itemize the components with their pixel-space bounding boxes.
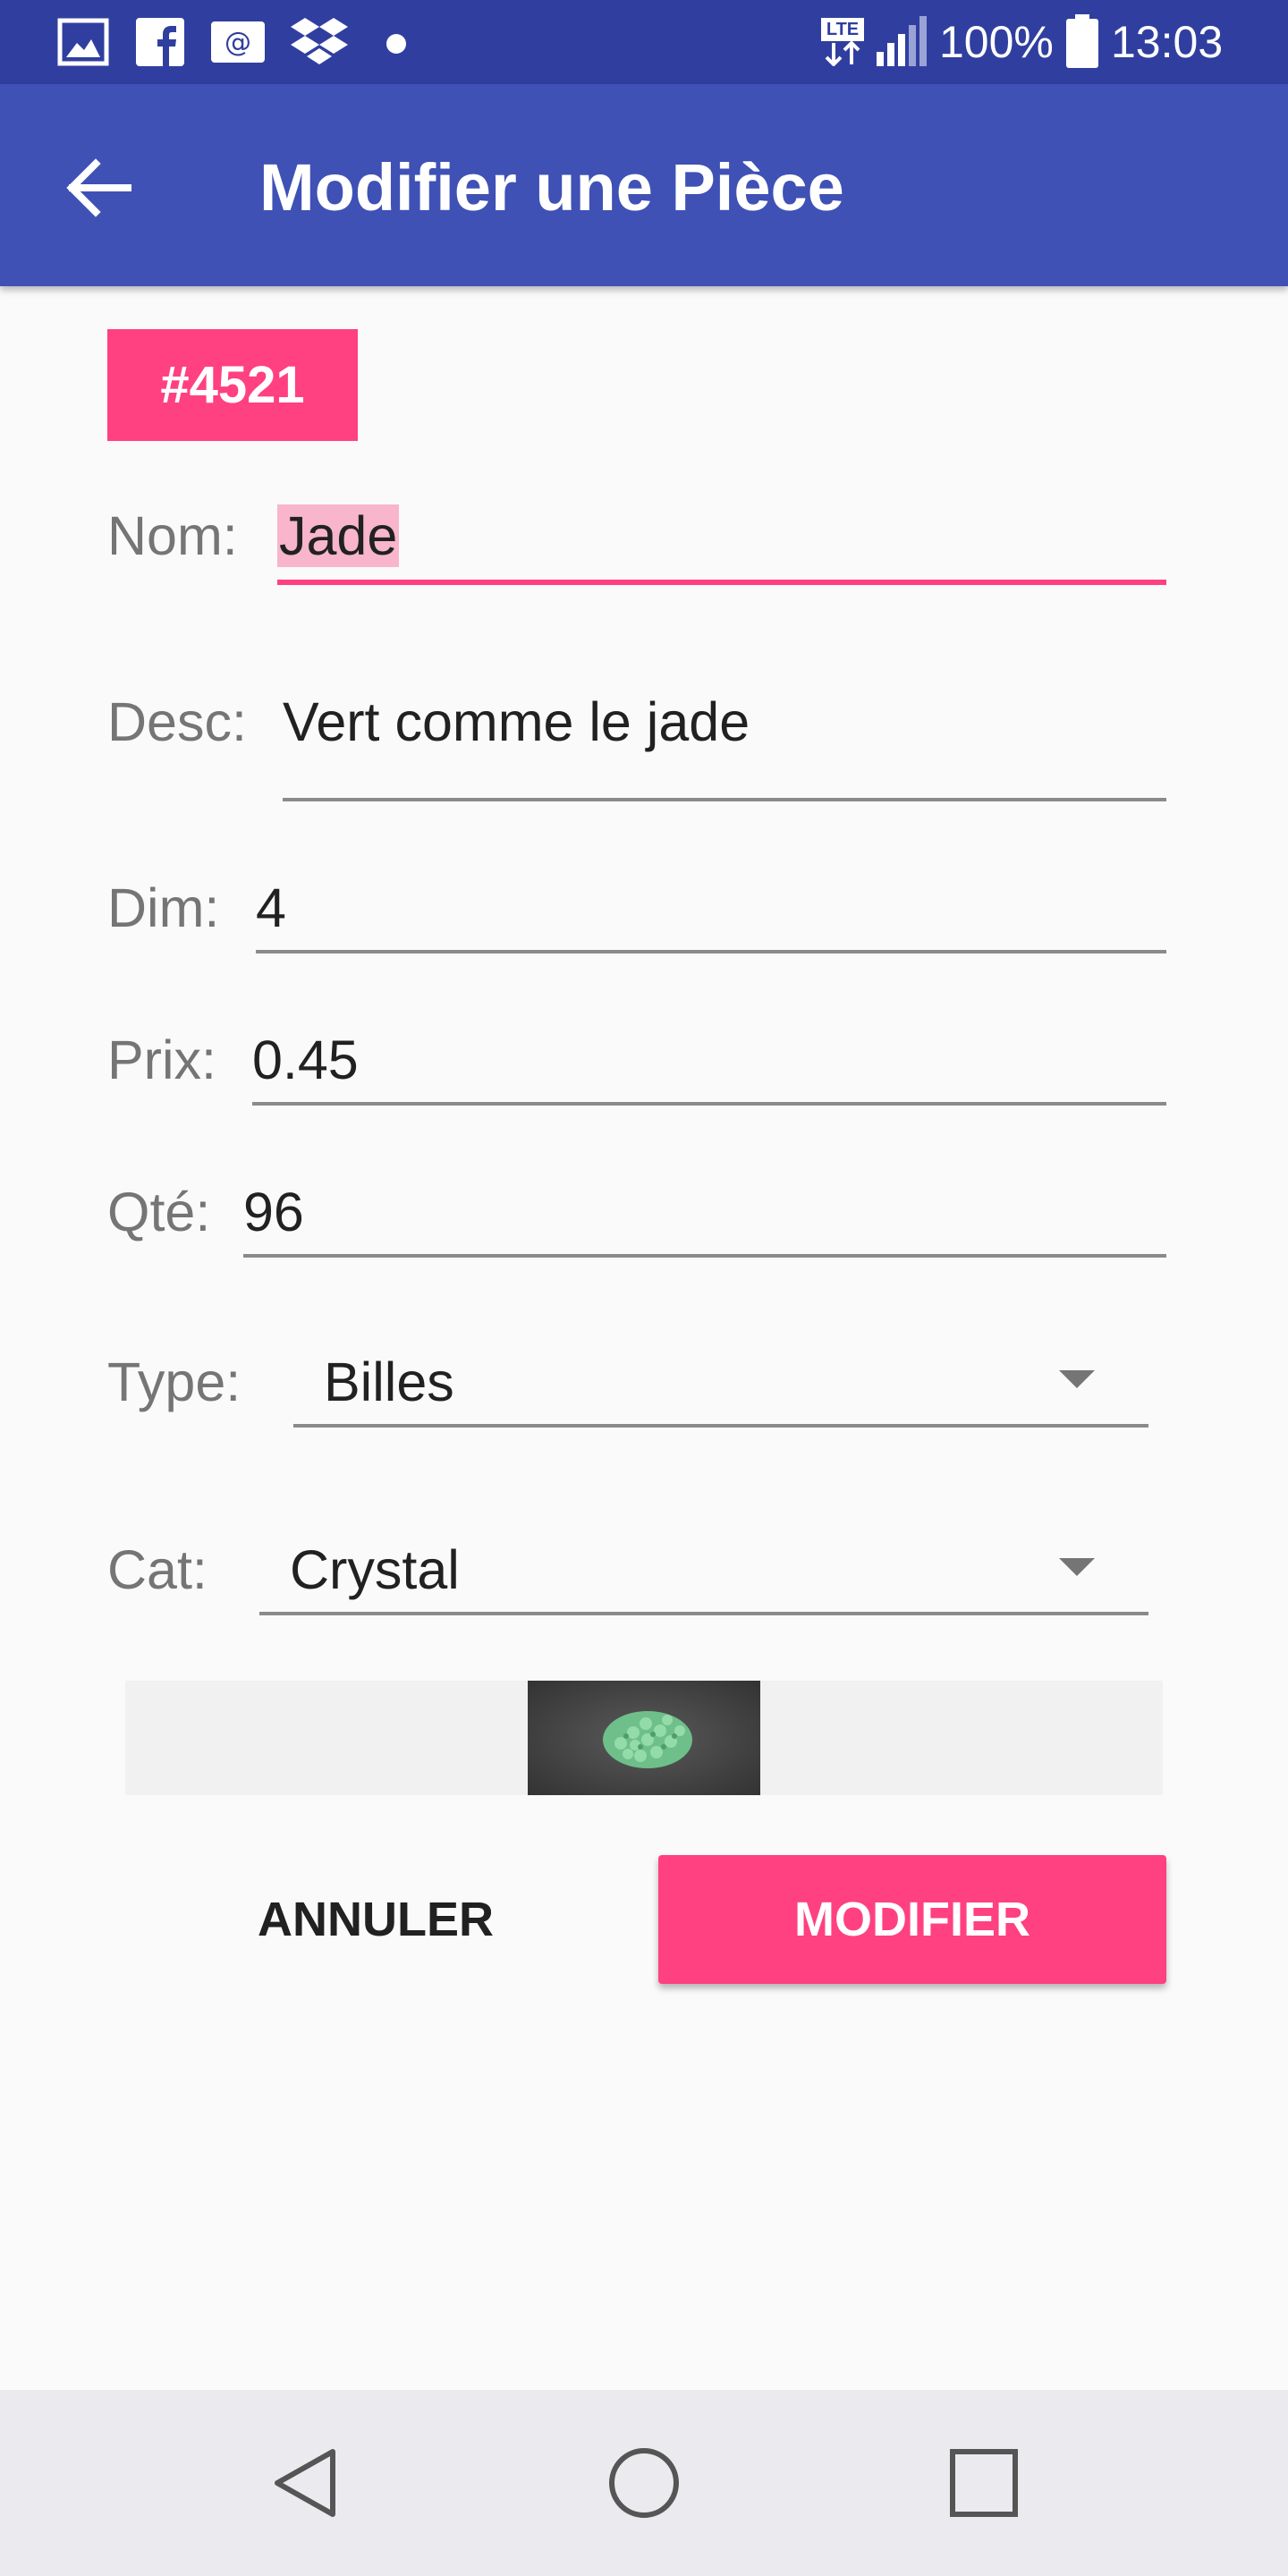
modify-button[interactable]: MODIFIER [658, 1855, 1166, 1984]
lte-icon: LTE [821, 18, 864, 68]
qte-value: 96 [243, 1182, 304, 1242]
desc-label: Desc: [107, 691, 247, 752]
page-title: Modifier une Pièce [259, 150, 844, 225]
dropbox-icon [291, 18, 348, 64]
cat-dropdown[interactable]: Crystal [259, 1538, 1148, 1615]
navigation-bar [0, 2390, 1288, 2576]
nav-recents-button[interactable] [930, 2429, 1038, 2537]
nav-back-button[interactable] [250, 2429, 358, 2537]
cat-selected: Crystal [290, 1539, 460, 1600]
desc-field[interactable]: Vert comme le jade [283, 691, 1166, 801]
clock: 13:03 [1111, 17, 1224, 67]
green-beads-image [528, 1681, 760, 1795]
nom-label: Nom: [107, 505, 238, 566]
type-selected: Billes [324, 1352, 454, 1412]
battery-percent: 100% [939, 17, 1054, 67]
signal-icon [877, 16, 927, 66]
desc-value: Vert comme le jade [283, 691, 750, 752]
home-circle-icon [609, 2448, 679, 2518]
cancel-button[interactable]: ANNULER [228, 1855, 523, 1984]
battery-icon [1066, 14, 1098, 68]
svg-text:@: @ [225, 27, 251, 58]
cat-label: Cat: [107, 1539, 208, 1600]
arrow-back-icon [66, 158, 131, 217]
facebook-icon [136, 18, 184, 66]
back-button[interactable] [45, 143, 152, 233]
nom-field[interactable]: Jade [277, 497, 1166, 585]
dim-label: Dim: [107, 877, 220, 938]
dropdown-arrow-icon [1059, 1558, 1095, 1576]
back-triangle-icon [275, 2449, 335, 2517]
gallery-icon [57, 18, 109, 66]
prix-label: Prix: [107, 1030, 216, 1090]
recents-square-icon [950, 2449, 1018, 2517]
qte-field[interactable]: 96 [243, 1181, 1166, 1258]
dim-field[interactable]: 4 [256, 877, 1166, 953]
type-dropdown[interactable]: Billes [293, 1351, 1148, 1428]
nom-value: Jade [277, 504, 400, 567]
nav-home-button[interactable] [590, 2429, 698, 2537]
prix-value: 0.45 [252, 1030, 359, 1090]
prix-field[interactable]: 0.45 [252, 1029, 1166, 1106]
status-bar: @ LTE 100% 13:03 [0, 0, 1288, 84]
qte-label: Qté: [107, 1182, 211, 1242]
email-icon: @ [211, 21, 265, 63]
item-id-badge: #4521 [107, 329, 358, 441]
dot-icon [386, 34, 406, 54]
bead-photo[interactable] [528, 1681, 760, 1795]
image-strip [125, 1681, 1163, 1795]
type-label: Type: [107, 1352, 242, 1412]
content-area [0, 286, 1288, 2390]
dropdown-arrow-icon [1059, 1370, 1095, 1388]
dim-value: 4 [256, 877, 286, 938]
